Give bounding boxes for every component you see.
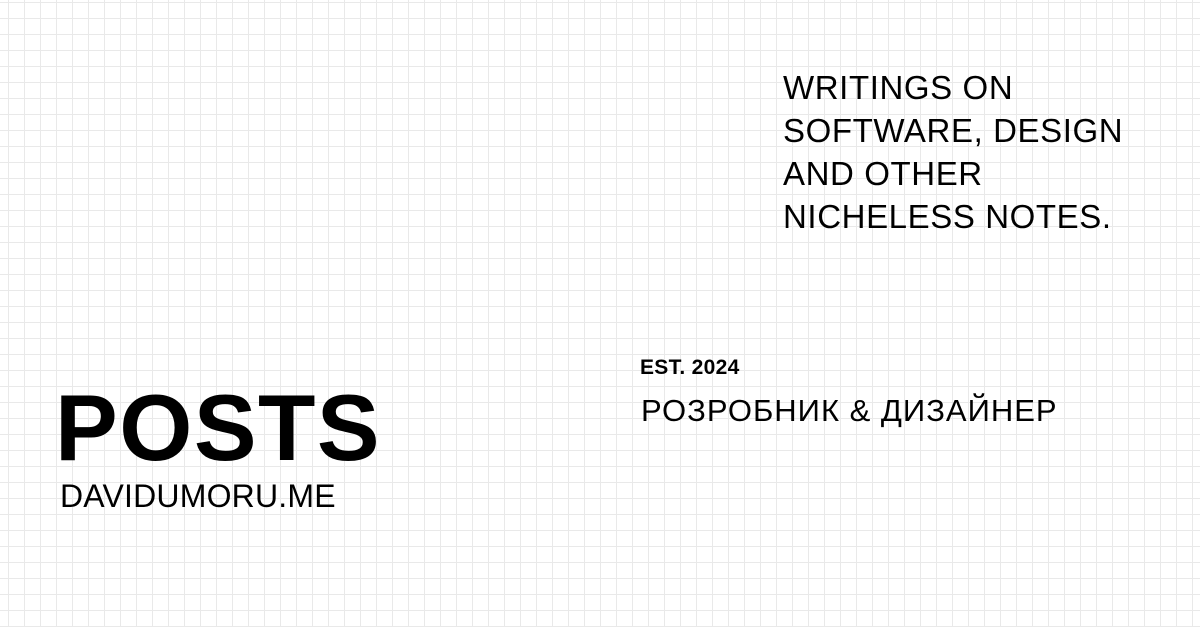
established-label: EST. 2024: [640, 356, 740, 379]
tagline: WRITINGS ON SOFTWARE, DESIGN AND OTHER N…: [783, 69, 1124, 235]
page-title: POSTS: [55, 375, 382, 480]
role-label: РОЗРОБНИК & ДИЗАЙНЕР: [641, 393, 1058, 428]
og-card: WRITINGS ON SOFTWARE, DESIGN AND OTHER N…: [0, 0, 1200, 627]
site-domain: DAVIDUMORU.ME: [60, 478, 336, 514]
